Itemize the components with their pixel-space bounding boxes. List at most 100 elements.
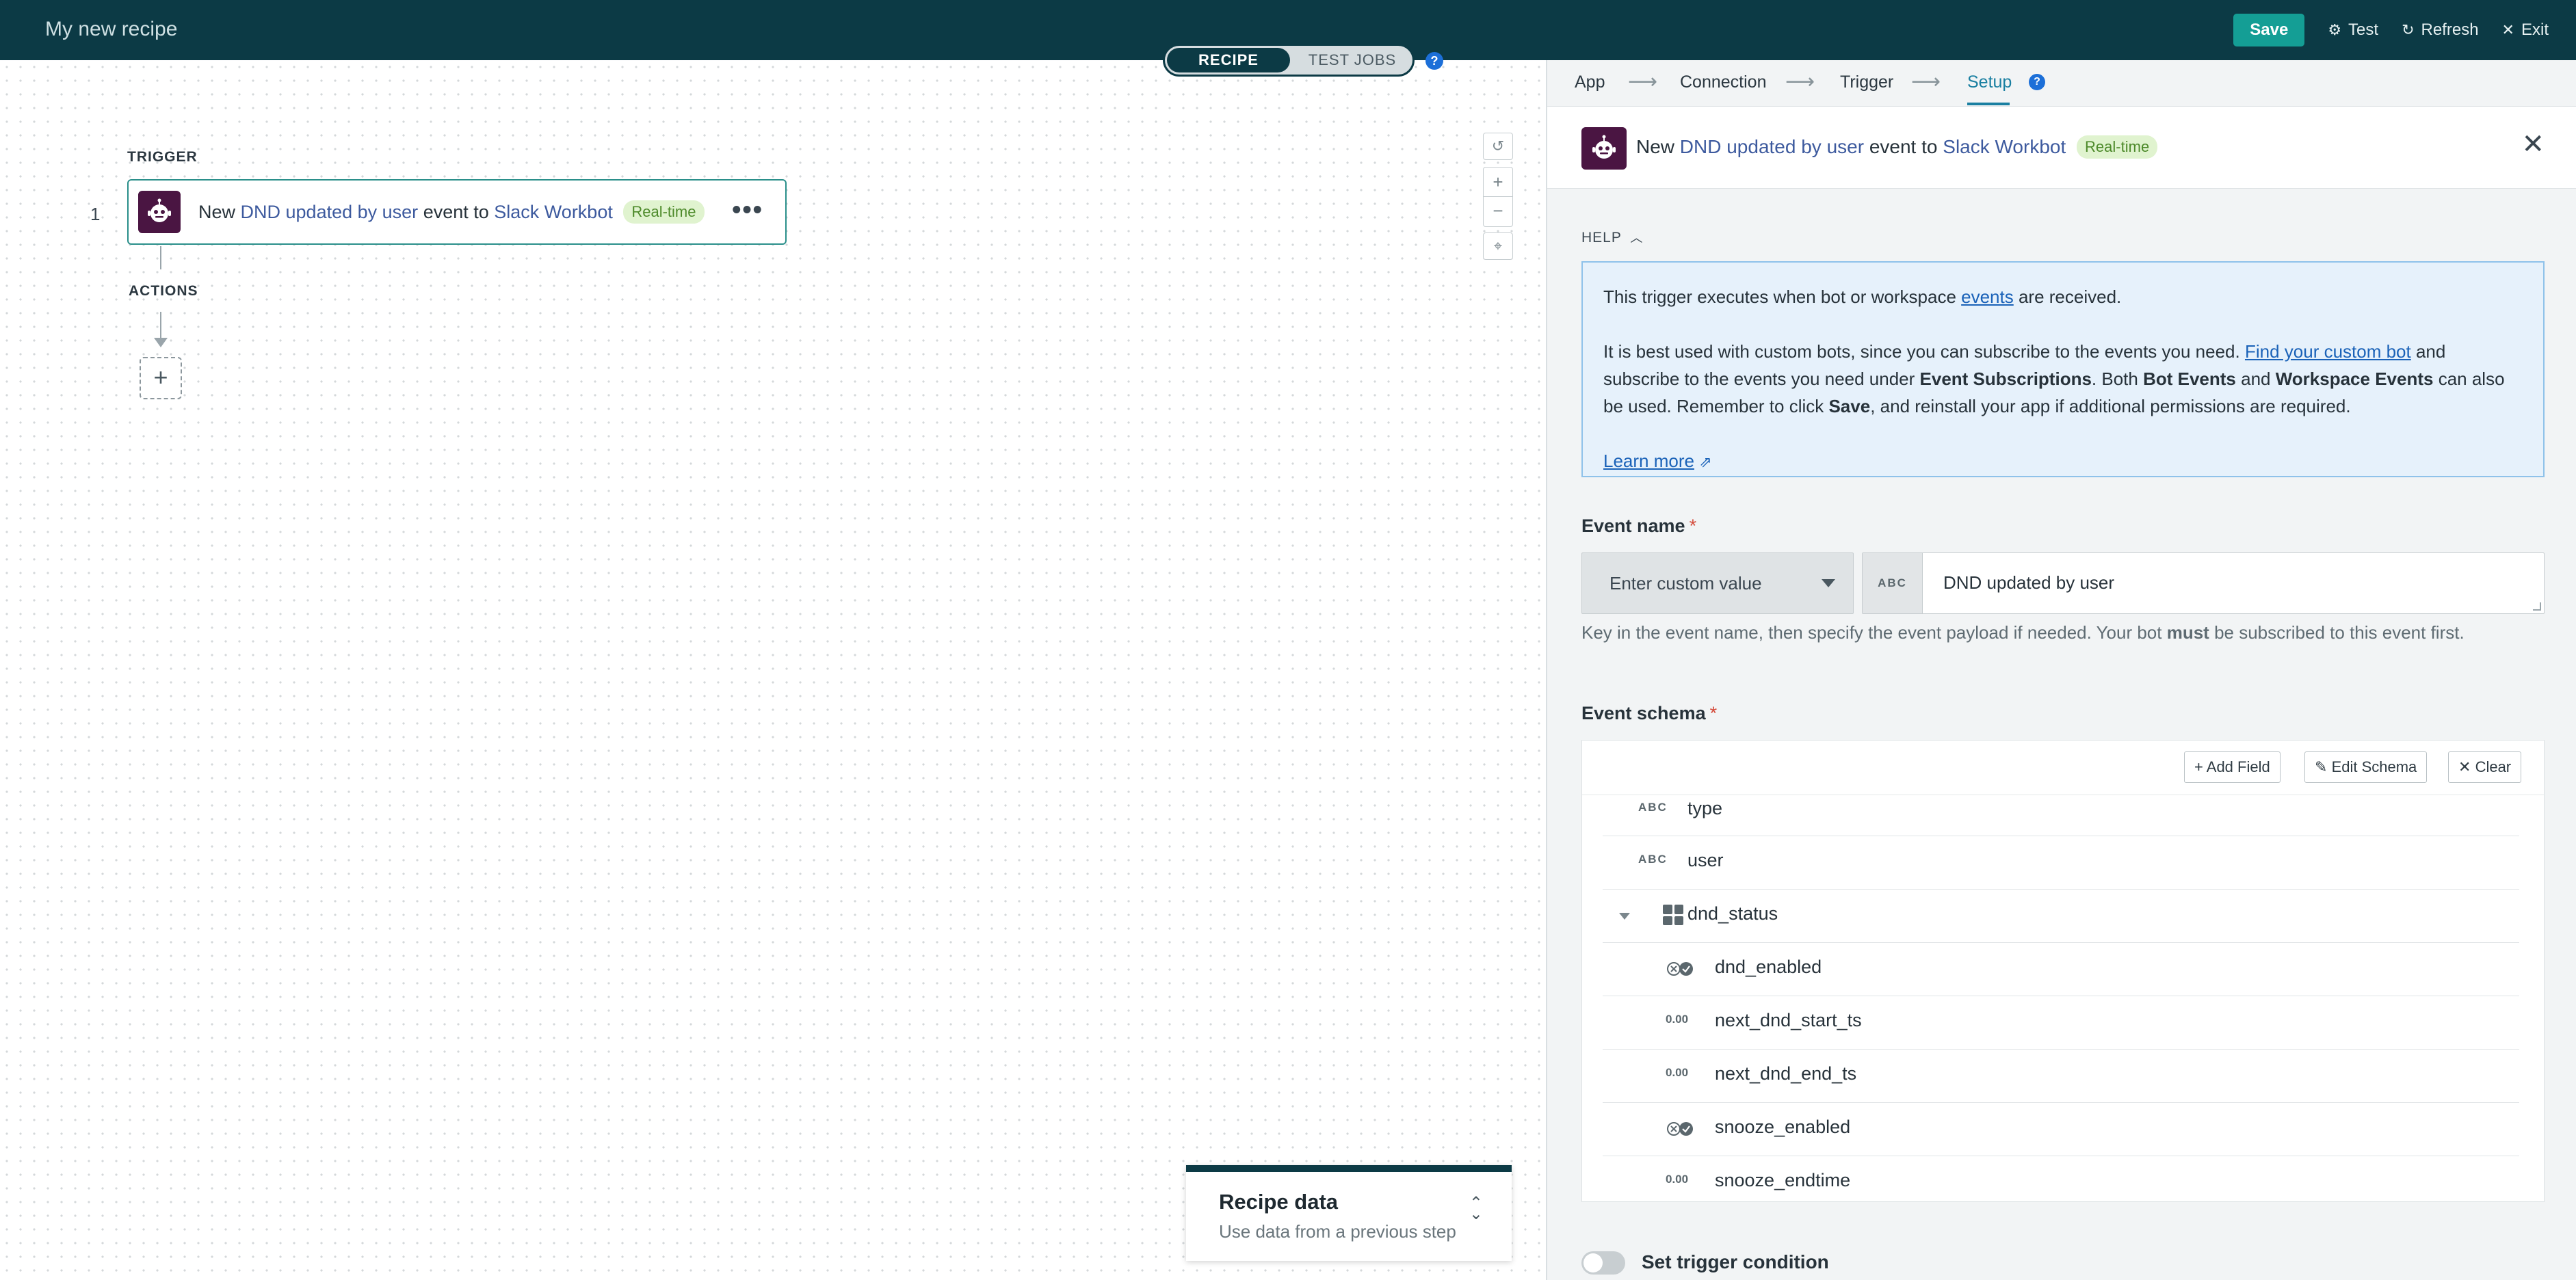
required-marker: * — [1689, 516, 1697, 536]
pencil-icon: ✎ — [2315, 758, 2328, 775]
zoom-in-button[interactable]: + — [1484, 168, 1512, 197]
schema-toolbar: + Add Field ✎ Edit Schema ✕ Clear — [1582, 741, 2544, 795]
recipe-canvas[interactable]: TRIGGER 1 New DND updated by user event … — [0, 60, 1546, 1280]
trigger-section-label: TRIGGER — [127, 149, 198, 165]
recipe-data-title: Recipe data — [1219, 1190, 1339, 1214]
refresh-button[interactable]: ↻ Refresh — [2402, 21, 2478, 40]
step-tab-trigger[interactable]: Trigger — [1840, 72, 1893, 92]
schema-field-row[interactable]: snooze_enabled — [1603, 1103, 2519, 1156]
clear-schema-button[interactable]: ✕ Clear — [2448, 751, 2522, 783]
exit-label: Exit — [2521, 21, 2549, 39]
help-paragraph: It is best used with custom bots, since … — [1603, 338, 2523, 420]
add-step-button[interactable]: + — [140, 357, 182, 399]
learn-more-link[interactable]: Learn more — [1603, 451, 1694, 471]
required-marker: * — [1709, 703, 1718, 723]
hint-text: be subscribed to this event first. — [2209, 622, 2465, 643]
number-type-icon: 0.00 — [1666, 1173, 1689, 1186]
slack-bot-icon — [1581, 127, 1627, 170]
schema-field-row[interactable]: 0.00 snooze_endtime — [1603, 1156, 2519, 1201]
tab-test-jobs[interactable]: TEST JOBS — [1292, 48, 1412, 72]
realtime-badge: Real-time — [2077, 135, 2158, 159]
schema-field-row[interactable]: ABC user — [1603, 836, 2519, 890]
field-name: snooze_enabled — [1715, 1117, 1851, 1137]
schema-field-row[interactable]: 0.00 next_dnd_end_ts — [1603, 1050, 2519, 1103]
chevron-down-icon[interactable] — [1619, 913, 1630, 920]
schema-field-row[interactable]: dnd_enabled — [1603, 943, 2519, 996]
help-bold-text: Bot Events — [2143, 369, 2236, 389]
trigger-middle: event to — [423, 202, 489, 222]
minus-icon: − — [1493, 200, 1503, 221]
reset-icon: ↺ — [1491, 137, 1505, 155]
help-icon[interactable]: ? — [2029, 74, 2045, 90]
help-icon[interactable]: ? — [1425, 52, 1443, 70]
help-paragraph: Learn more ⇗ — [1603, 447, 2523, 476]
step-tab-app[interactable]: App — [1575, 72, 1605, 92]
more-options-button[interactable]: ••• — [732, 196, 763, 225]
events-link[interactable]: events — [1961, 286, 2014, 307]
field-name: type — [1687, 798, 1723, 818]
fit-to-screen-button[interactable]: ⌖ — [1483, 232, 1513, 260]
tab-recipe[interactable]: RECIPE — [1167, 48, 1290, 72]
event-name-label: Event name * — [1581, 516, 1696, 537]
event-schema-label: Event schema * — [1581, 703, 1717, 724]
exit-button[interactable]: ✕ Exit — [2502, 21, 2549, 40]
field-name: dnd_enabled — [1715, 957, 1822, 977]
crosshair-icon: ⌖ — [1493, 237, 1503, 254]
plus-icon: + — [1493, 172, 1503, 192]
step-config-panel: App ⟶ Connection ⟶ Trigger ⟶ Setup ? New… — [1546, 60, 2576, 1280]
header-event-name: DND updated by user — [1679, 136, 1865, 157]
schema-field-row[interactable]: dnd_status — [1603, 890, 2519, 943]
help-label: HELP — [1581, 230, 1622, 245]
help-text: . Both — [2091, 369, 2144, 389]
arrow-right-icon: ⟶ — [1911, 70, 1941, 93]
step-number: 1 — [90, 204, 101, 224]
close-panel-button[interactable]: ✕ — [2521, 129, 2545, 160]
step-tab-connection[interactable]: Connection — [1680, 72, 1766, 92]
expand-collapse-icon[interactable]: ⌃ ⌄ — [1469, 1195, 1483, 1223]
find-custom-bot-link[interactable]: Find your custom bot — [2245, 341, 2411, 362]
test-button[interactable]: ⚙ Test — [2328, 21, 2378, 40]
test-label: Test — [2348, 21, 2379, 39]
slack-bot-icon — [138, 191, 181, 233]
actions-section-label: ACTIONS — [129, 283, 198, 299]
field-name: next_dnd_start_ts — [1715, 1010, 1862, 1030]
reset-view-button[interactable]: ↺ — [1483, 133, 1513, 160]
arrow-right-icon: ⟶ — [1785, 70, 1815, 93]
zoom-out-button[interactable]: − — [1484, 197, 1512, 226]
arrow-right-icon: ⟶ — [1628, 70, 1658, 93]
schema-field-row[interactable]: 0.00 next_dnd_start_ts — [1603, 996, 2519, 1050]
help-bold-text: Event Subscriptions — [1919, 369, 2092, 389]
trigger-condition-label: Set trigger condition — [1642, 1251, 1829, 1272]
number-type-icon: 0.00 — [1666, 1013, 1689, 1026]
close-icon: ✕ — [2501, 21, 2514, 38]
trigger-step-card[interactable]: New DND updated by user event to Slack W… — [127, 179, 787, 245]
mode-toggle: RECIPE TEST JOBS — [1163, 44, 1415, 77]
header-app-name: Slack Workbot — [1943, 136, 2066, 157]
step-tab-setup[interactable]: Setup — [1967, 72, 2012, 92]
trigger-prefix: New — [198, 202, 236, 222]
trigger-app-name: Slack Workbot — [494, 202, 613, 222]
resize-handle-icon[interactable] — [2533, 602, 2541, 611]
event-name-hint: Key in the event name, then specify the … — [1581, 622, 2465, 643]
add-field-label: Add Field — [2206, 758, 2270, 775]
trigger-summary: New DND updated by user event to Slack W… — [198, 200, 705, 224]
top-actions: Save ⚙ Test ↻ Refresh ✕ Exit — [2233, 14, 2549, 46]
schema-field-row[interactable]: ABC type — [1603, 795, 2519, 836]
edit-schema-button[interactable]: ✎ Edit Schema — [2304, 751, 2428, 783]
close-icon: ✕ — [2521, 129, 2545, 159]
event-name-input[interactable]: ABC DND updated by user — [1862, 552, 2545, 614]
save-button[interactable]: Save — [2233, 14, 2305, 46]
help-paragraph: This trigger executes when bot or worksp… — [1603, 283, 2523, 310]
trigger-condition-toggle[interactable] — [1581, 1251, 1625, 1275]
event-name-mode-select[interactable]: Enter custom value — [1581, 552, 1854, 614]
recipe-title[interactable]: My new recipe — [45, 18, 177, 41]
clear-label: Clear — [2475, 758, 2512, 775]
recipe-data-subtitle: Use data from a previous step — [1219, 1221, 1456, 1242]
help-text: , and reinstall your app if additional p… — [1870, 396, 2351, 416]
help-content: This trigger executes when bot or worksp… — [1581, 261, 2545, 477]
recipe-data-panel[interactable]: Recipe data Use data from a previous ste… — [1186, 1165, 1512, 1261]
plus-icon: + — [2194, 758, 2203, 775]
help-toggle[interactable]: HELP ︿ — [1581, 228, 1643, 246]
add-field-button[interactable]: + Add Field — [2184, 751, 2281, 783]
field-name: next_dnd_end_ts — [1715, 1063, 1857, 1084]
